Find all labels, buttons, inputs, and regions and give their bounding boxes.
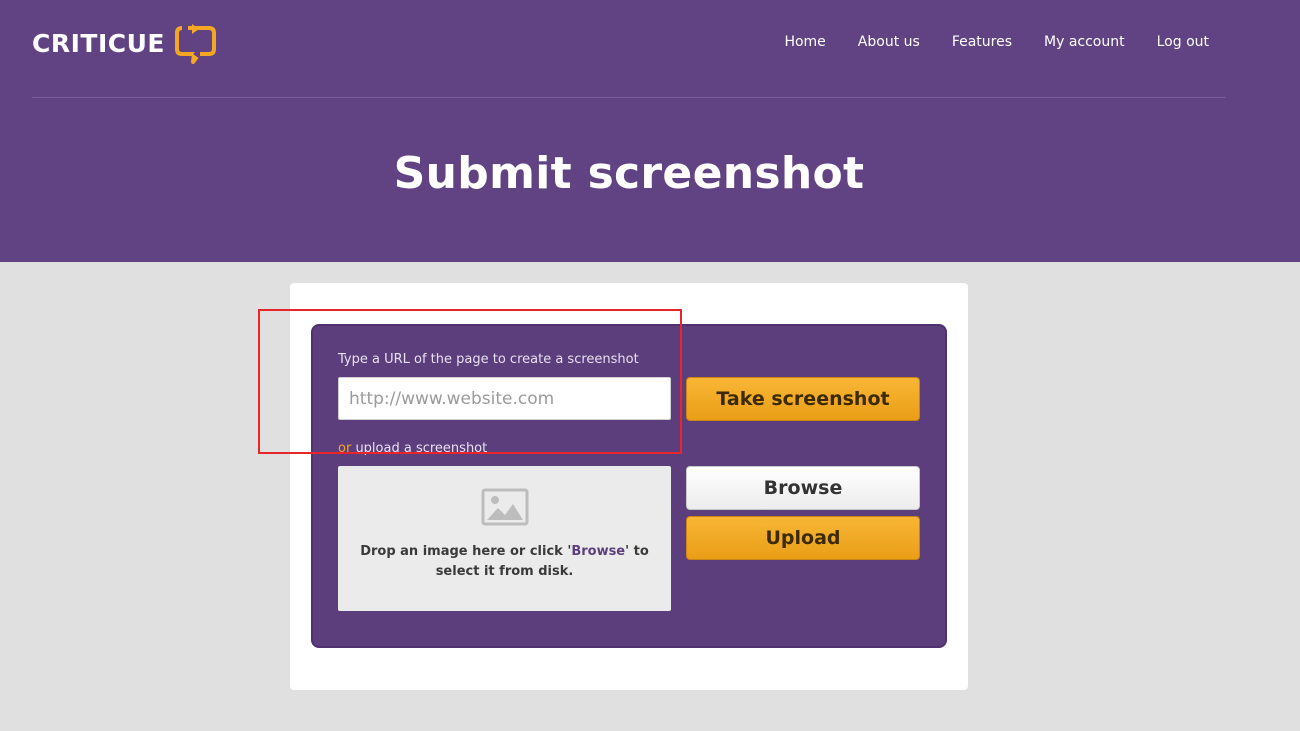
upload-label: or upload a screenshot xyxy=(338,441,487,456)
header-divider xyxy=(32,97,1226,98)
main-nav: Home About us Features My account Log ou… xyxy=(784,32,1209,52)
upload-button[interactable]: Upload xyxy=(686,516,920,560)
nav-my-account[interactable]: My account xyxy=(1044,32,1125,52)
nav-log-out[interactable]: Log out xyxy=(1157,32,1209,52)
url-label: Type a URL of the page to create a scree… xyxy=(338,352,639,367)
dropzone-browse-text: Browse xyxy=(571,544,626,559)
image-dropzone[interactable]: Drop an image here or click 'Browse' to … xyxy=(338,466,671,611)
nav-home[interactable]: Home xyxy=(784,32,825,52)
logo-text: CRITICUE xyxy=(32,28,165,58)
browse-button[interactable]: Browse xyxy=(686,466,920,510)
url-input[interactable] xyxy=(338,377,671,420)
dropzone-text: Drop an image here or click 'Browse' to … xyxy=(360,544,649,579)
take-screenshot-button[interactable]: Take screenshot xyxy=(686,377,920,421)
speech-bubble-arrows-icon xyxy=(174,24,216,64)
upload-label-text: upload a screenshot xyxy=(351,441,488,456)
site-header: CRITICUE Home About us Features My accou… xyxy=(0,0,1300,262)
nav-features[interactable]: Features xyxy=(952,32,1012,52)
image-placeholder-icon xyxy=(481,488,529,526)
logo[interactable]: CRITICUE xyxy=(32,22,219,64)
page-title: Submit screenshot xyxy=(393,148,865,199)
upload-or-text: or xyxy=(338,441,352,456)
nav-about-us[interactable]: About us xyxy=(858,32,920,52)
